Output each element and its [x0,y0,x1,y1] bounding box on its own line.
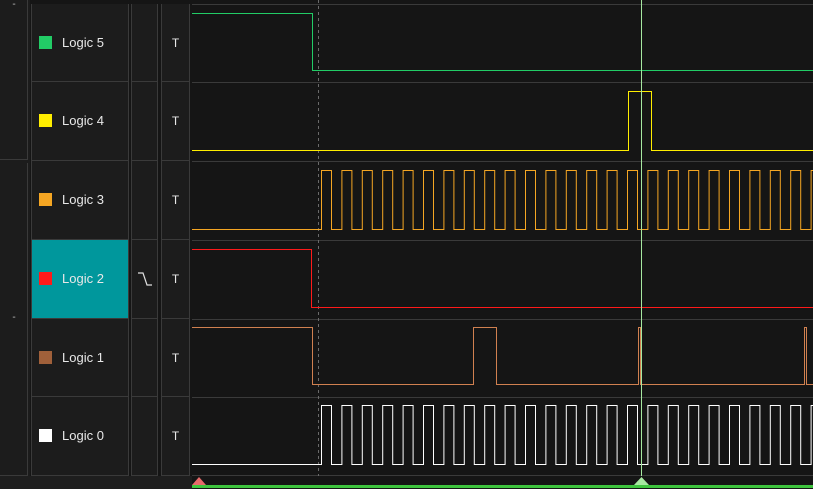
channel-t-cell[interactable]: T [161,319,190,397]
channel-trigger-cell[interactable] [131,397,158,476]
timeline-bar[interactable] [192,485,813,488]
channel-color-swatch[interactable] [39,272,52,285]
channel-trigger-cell[interactable] [131,240,158,319]
channel-name-cell[interactable]: Logic 2 [31,240,129,319]
channel-name-label: Logic 3 [62,192,104,207]
channel-name-label: Logic 5 [62,34,104,50]
channel-color-swatch[interactable] [39,350,52,364]
channel-trigger-cell[interactable] [131,4,158,82]
channel-t-label: T [171,429,180,443]
waveform-area[interactable] [192,0,813,489]
channel-trigger-cell[interactable] [131,82,158,161]
channel-t-label: T [171,272,180,286]
falling-edge-trigger-icon[interactable] [136,270,154,288]
channel-t-label: T [171,114,180,128]
channel-trigger-cell[interactable] [131,161,158,240]
channel-name-cell[interactable]: Logic 4 [31,82,129,161]
channel-name-label: Logic 1 [62,349,104,365]
channel-t-label: T [171,35,180,50]
logic-analyzer-window: - - Logic 5 T Logic 4 T Logic 3 T Logic … [0,0,813,489]
channel-t-label: T [171,350,180,365]
timeline-left-bar [0,476,192,489]
channel-trigger-cell[interactable] [131,319,158,397]
channel-name-cell[interactable]: Logic 5 [31,4,129,82]
channel-color-swatch[interactable] [39,114,52,127]
channel-t-label: T [171,193,180,207]
channel-t-cell[interactable]: T [161,4,190,82]
channel-color-swatch[interactable] [39,429,52,442]
channel-name-label: Logic 4 [62,113,104,128]
channel-t-cell[interactable]: T [161,240,190,319]
channel-name-cell[interactable]: Logic 3 [31,161,129,240]
channel-t-cell[interactable]: T [161,161,190,240]
channel-name-label: Logic 2 [62,271,104,286]
waveform-background [192,0,813,476]
trigger-position-marker-icon[interactable] [192,477,206,485]
channel-name-cell[interactable]: Logic 0 [31,397,129,476]
channel-t-cell[interactable]: T [161,397,190,476]
channel-color-swatch[interactable] [39,35,52,49]
cursor-position-marker-icon[interactable] [634,477,649,485]
channel-name-cell[interactable]: Logic 1 [31,319,129,397]
channel-t-cell[interactable]: T [161,82,190,161]
channel-color-swatch[interactable] [39,193,52,206]
channel-name-label: Logic 0 [62,428,104,443]
